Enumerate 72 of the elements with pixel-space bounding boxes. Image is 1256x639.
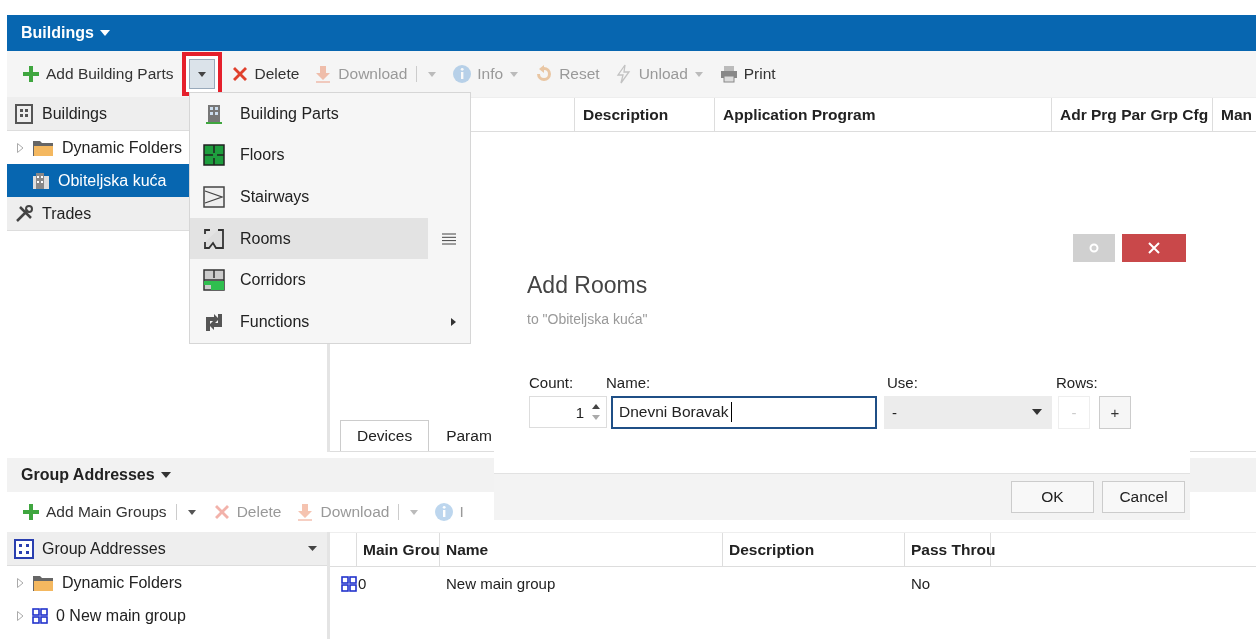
plus-icon: [21, 502, 41, 522]
tree-header-label[interactable]: Buildings: [42, 104, 107, 123]
delete-button[interactable]: Delete: [223, 59, 308, 89]
menu-item[interactable]: Corridors: [190, 259, 470, 301]
ok-button[interactable]: OK: [1011, 481, 1094, 513]
dialog-title: Add Rooms: [527, 272, 649, 299]
tab[interactable]: Devices: [340, 420, 430, 451]
building-icon: [203, 102, 225, 125]
tree-header-label[interactable]: Group Addresses: [42, 539, 166, 558]
grid-icon: [341, 575, 357, 592]
tree-item[interactable]: 0 New main group: [7, 599, 327, 632]
close-icon: [1148, 242, 1160, 254]
column-header[interactable]: Description: [723, 533, 905, 566]
info-icon: [434, 502, 455, 522]
caret-icon[interactable]: [160, 472, 171, 478]
building-icon: [32, 171, 50, 190]
spinner-arrows-icon[interactable]: [592, 403, 600, 421]
column-header[interactable]: Man: [1213, 98, 1256, 131]
column-header[interactable]: Application Program: [715, 98, 1052, 131]
folder-icon: [32, 573, 54, 592]
caret-icon: [1032, 409, 1042, 415]
tools-icon: [14, 203, 34, 224]
field-label: Name:: [606, 373, 652, 391]
submenu-arrow-icon: [451, 317, 456, 326]
tree-header-label[interactable]: Trades: [42, 204, 92, 223]
grid-icon: [14, 538, 34, 559]
info-icon: [452, 64, 473, 84]
caret-icon: [410, 509, 419, 515]
caret-icon[interactable]: [308, 546, 317, 551]
room-icon: [203, 227, 225, 250]
column-header[interactable]: Name: [440, 533, 723, 566]
caret-icon[interactable]: [99, 30, 110, 36]
plus-icon: [21, 64, 41, 84]
column-header[interactable]: Description: [575, 98, 715, 131]
cancel-button[interactable]: Cancel: [1102, 481, 1185, 513]
caret-icon: [510, 71, 519, 77]
field-label: Count:: [529, 373, 575, 391]
print-button[interactable]: Print: [712, 59, 784, 89]
table-cell: New main group: [446, 575, 556, 592]
table-cell: No: [911, 575, 931, 592]
add-button[interactable]: Add Building Parts: [15, 59, 182, 89]
dropdown-button[interactable]: [181, 52, 222, 96]
tree-item[interactable]: Dynamic Folders: [7, 566, 327, 599]
panel-title[interactable]: Group Addresses: [21, 466, 155, 484]
circle-icon: [1089, 243, 1099, 253]
stairs-icon: [203, 186, 225, 208]
menu-item[interactable]: Building Parts: [190, 93, 470, 135]
caret-icon: [428, 71, 437, 77]
table-cell: 0: [358, 575, 367, 592]
printer-icon: [718, 64, 739, 84]
name-field[interactable]: Dnevni Boravak: [611, 395, 877, 429]
caret-icon: [187, 509, 196, 515]
close-button[interactable]: [1122, 234, 1186, 262]
use-dropdown[interactable]: -: [884, 395, 1052, 429]
add-button[interactable]: Add Main Groups: [15, 497, 206, 527]
menu-item[interactable]: Functions: [190, 300, 470, 343]
column-header[interactable]: Main Grou: [357, 533, 440, 566]
field-label: Use:: [887, 373, 919, 391]
field-label: Rows:: [1056, 373, 1098, 391]
building-icon: [14, 103, 34, 124]
column-header[interactable]: Adr Prg Par Grp Cfg: [1052, 98, 1213, 131]
add-row-button[interactable]: +: [1099, 395, 1131, 429]
corridor-icon: [203, 269, 225, 292]
count-spinner[interactable]: 1: [529, 396, 607, 428]
folder-icon: [32, 138, 54, 157]
caret-icon: [694, 71, 703, 77]
grid-icon: [32, 607, 48, 624]
panel-title[interactable]: Buildings: [21, 24, 94, 42]
caret-icon: [197, 71, 206, 77]
floor-icon: [203, 144, 225, 167]
menu-lines-icon[interactable]: [442, 232, 456, 245]
dialog-subtitle: to "Obiteljska kuća": [527, 311, 649, 327]
